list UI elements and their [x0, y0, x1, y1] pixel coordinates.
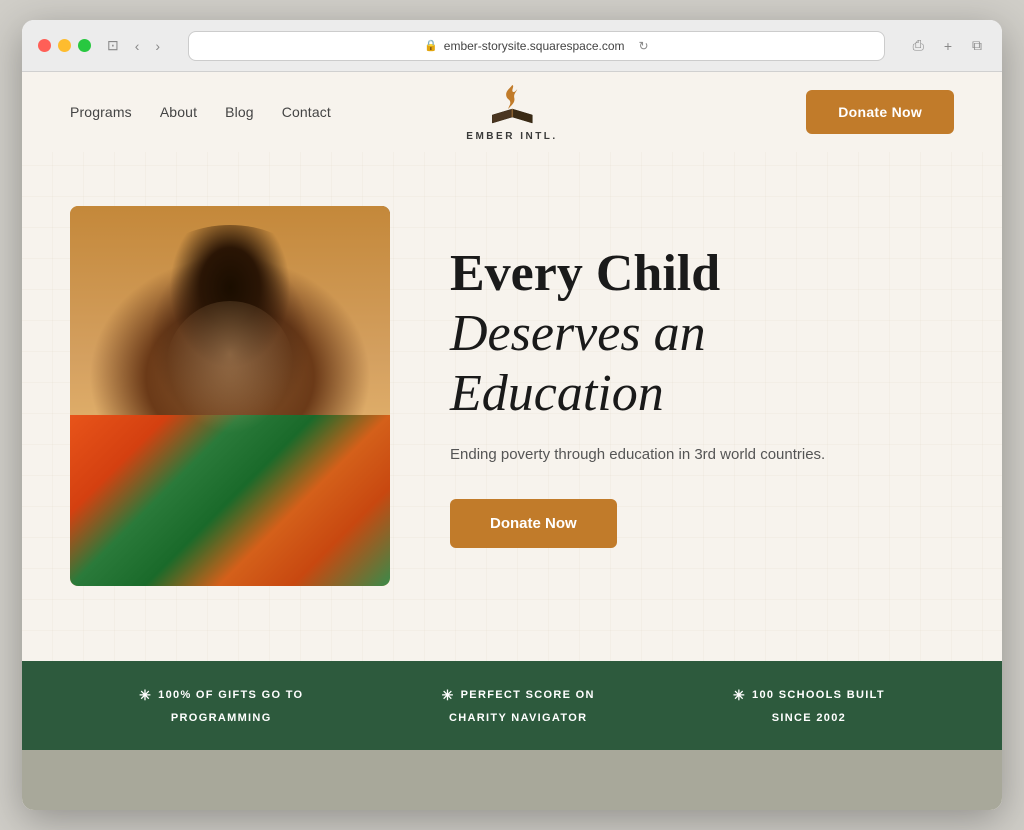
logo-icon	[487, 83, 537, 127]
lock-icon: 🔒	[424, 39, 438, 52]
stat-icon-2: ✳	[442, 685, 455, 706]
logo-text: EMBER INTL.	[466, 131, 557, 142]
hero-title-italic: Deserves an Education	[450, 305, 706, 422]
hero-section: Every Child Deserves an Education Ending…	[22, 152, 1002, 661]
stat-label-3b: SINCE 2002	[772, 710, 846, 727]
stat-label-1a: 100% OF GIFTS GO TO	[158, 687, 303, 704]
stat-icon-3: ✳	[733, 685, 746, 706]
site-content: Programs About Blog Contact	[22, 72, 1002, 810]
address-bar[interactable]: 🔒 ember-storysite.squarespace.com ↻	[188, 31, 885, 61]
maximize-button[interactable]	[78, 39, 91, 52]
stats-bar: ✳ 100% OF GIFTS GO TO PROGRAMMING ✳ PERF…	[22, 661, 1002, 751]
stat-icon-1: ✳	[139, 685, 152, 706]
hero-image-container	[70, 206, 390, 586]
browser-controls: ⊡ ‹ ›	[103, 33, 164, 58]
donate-now-header-button[interactable]: Donate Now	[806, 90, 954, 134]
forward-button[interactable]: ›	[151, 34, 164, 58]
logo-center: EMBER INTL.	[466, 83, 557, 142]
duplicate-button[interactable]: ⧉	[968, 33, 986, 58]
back-button[interactable]: ‹	[131, 34, 144, 58]
close-button[interactable]	[38, 39, 51, 52]
nav-contact[interactable]: Contact	[282, 104, 331, 120]
browser-window: ⊡ ‹ › 🔒 ember-storysite.squarespace.com …	[22, 20, 1002, 810]
stat-item-programming: ✳ 100% OF GIFTS GO TO PROGRAMMING	[139, 685, 303, 727]
share-button[interactable]: ⎙	[909, 33, 928, 58]
nav-about[interactable]: About	[160, 104, 197, 120]
hero-title: Every Child Deserves an Education	[450, 244, 954, 423]
stat-item-navigator: ✳ PERFECT SCORE ON CHARITY NAVIGATOR	[442, 685, 595, 727]
browser-actions: ⎙ + ⧉	[909, 33, 986, 58]
traffic-lights	[38, 39, 91, 52]
reload-icon[interactable]: ↻	[639, 39, 649, 53]
donate-now-hero-button[interactable]: Donate Now	[450, 499, 617, 548]
stat-label-2a: PERFECT SCORE ON	[461, 687, 595, 704]
site-header: Programs About Blog Contact	[22, 72, 1002, 152]
hero-image	[70, 206, 390, 586]
stat-label-3a: 100 SCHOOLS BUILT	[752, 687, 885, 704]
stat-item-schools: ✳ 100 SCHOOLS BUILT SINCE 2002	[733, 685, 885, 727]
hero-title-line2: Deserves an	[450, 305, 706, 362]
hero-title-line3: Education	[450, 365, 664, 422]
nav-blog[interactable]: Blog	[225, 104, 254, 120]
url-text: ember-storysite.squarespace.com	[444, 39, 625, 53]
minimize-button[interactable]	[58, 39, 71, 52]
hero-subtitle: Ending poverty through education in 3rd …	[450, 443, 954, 467]
hero-content: Every Child Deserves an Education Ending…	[450, 244, 954, 548]
window-layout-button[interactable]: ⊡	[103, 33, 123, 58]
nav-links: Programs About Blog Contact	[70, 104, 331, 120]
hero-title-line1: Every Child	[450, 245, 720, 302]
new-tab-button[interactable]: +	[940, 34, 956, 58]
browser-chrome: ⊡ ‹ › 🔒 ember-storysite.squarespace.com …	[22, 20, 1002, 72]
stat-label-2b: CHARITY NAVIGATOR	[449, 710, 587, 727]
stat-label-1b: PROGRAMMING	[171, 710, 272, 727]
nav-programs[interactable]: Programs	[70, 104, 132, 120]
bottom-section	[22, 750, 1002, 810]
